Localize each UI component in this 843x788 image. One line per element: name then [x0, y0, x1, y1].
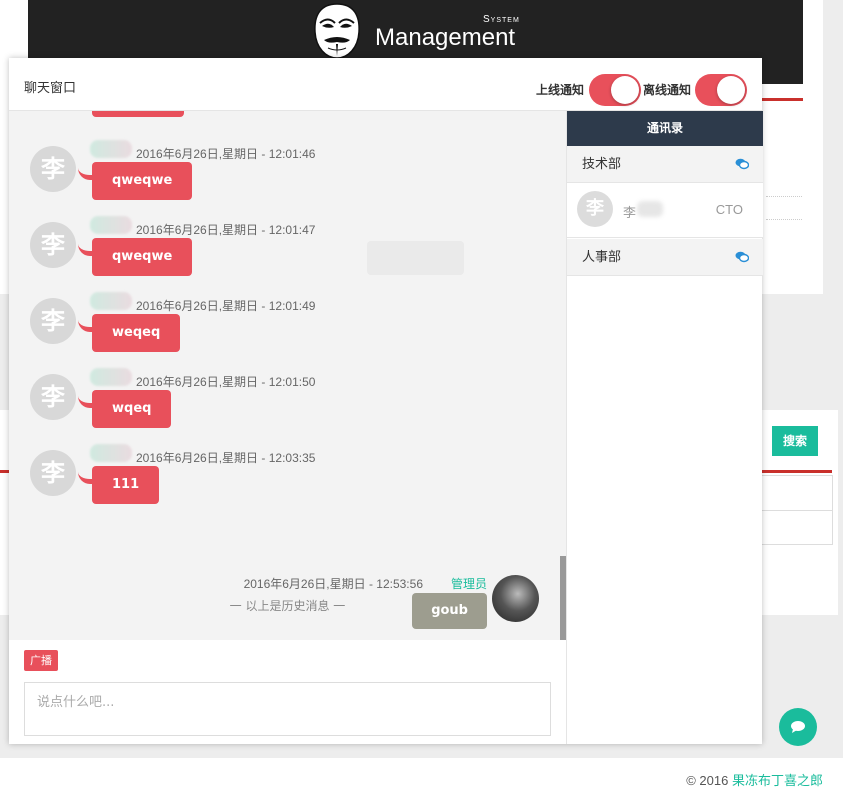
group-name: 人事部	[582, 250, 622, 265]
list-item: 李 2016年6月26日,星期日 - 12:01:46 qweqwe	[30, 140, 470, 216]
list-item: 李 2016年6月26日,星期日 - 12:01:50 wqeq	[30, 368, 470, 444]
message-time: 2016年6月26日,星期日 - 12:03:35	[136, 451, 316, 465]
list-item: 李 2016年6月26日,星期日 - 12:03:35 111	[30, 444, 470, 520]
divider	[760, 98, 803, 101]
online-notify-label: 上线通知	[536, 83, 585, 97]
chat-window: 聊天窗口 上线通知 离线通知 李 2016年6月26日,星期日 - 12:01:…	[9, 58, 763, 744]
chat-bubbles-icon[interactable]	[735, 158, 749, 170]
search-button[interactable]: 搜索	[772, 426, 818, 456]
message-bubble: wqeq	[92, 390, 172, 428]
message-time: 2016年6月26日,星期日 - 12:01:47	[136, 223, 316, 237]
blurred-name	[90, 216, 132, 234]
divider	[766, 196, 802, 220]
blurred-name	[90, 292, 132, 310]
list-item: 李 2016年6月26日,星期日 - 12:01:49 weqeq	[30, 292, 470, 368]
contact-group-tech[interactable]: 技术部	[567, 146, 763, 183]
contact-title: CTO	[715, 202, 743, 217]
message-bubble: weqeq	[92, 314, 181, 352]
message-time: 2016年6月26日,星期日 - 12:01:50	[136, 375, 316, 389]
message-input[interactable]	[24, 682, 551, 736]
message-bubble: qweqwe	[92, 238, 193, 276]
avatar: 李	[577, 191, 613, 227]
offline-notify-toggle[interactable]	[695, 74, 747, 106]
footer: © 2016 果冻布丁喜之郎	[686, 770, 823, 788]
blurred-name	[90, 368, 132, 386]
contacts-title: 通讯录	[567, 111, 763, 146]
footer-copyright: © 2016	[686, 773, 729, 788]
contact-item[interactable]: 李 李 CTO	[567, 183, 763, 238]
chat-fab-button[interactable]	[779, 708, 817, 746]
footer-link[interactable]: 果冻布丁喜之郎	[732, 773, 823, 788]
avatar: 李	[30, 222, 76, 268]
offline-notify-label: 离线通知	[643, 83, 692, 97]
input-zone: 广播	[9, 640, 566, 744]
message-time: 2016年6月26日,星期日 - 12:01:49	[136, 299, 316, 313]
chat-fab-icon	[791, 721, 805, 733]
blurred-name	[637, 201, 663, 217]
chat-bubbles-icon[interactable]	[735, 251, 749, 263]
sender-role: 管理员	[450, 577, 487, 591]
message-bubble-partial	[92, 111, 184, 117]
online-notify-toggle[interactable]	[589, 74, 641, 106]
avatar: 李	[30, 146, 76, 192]
brand-title: Management	[375, 24, 516, 51]
chat-title: 聊天窗口	[24, 81, 77, 96]
contact-name: 李	[623, 206, 637, 221]
toggle-knob	[717, 76, 745, 104]
contact-group-hr[interactable]: 人事部	[567, 239, 763, 276]
message-bubble: qweqwe	[92, 162, 193, 200]
message-list[interactable]: 李 2016年6月26日,星期日 - 12:01:46 qweqwe 李 201…	[9, 111, 566, 640]
toggle-knob	[611, 76, 639, 104]
message-bubble: 111	[92, 466, 160, 504]
avatar: 李	[30, 450, 76, 496]
list-item: 李 2016年6月26日,星期日 - 12:01:47 qweqwe	[30, 216, 470, 292]
blurred-name	[90, 444, 132, 462]
group-name: 技术部	[582, 157, 622, 172]
avatar: 李	[30, 298, 76, 344]
history-tip: 一 以上是历史消息 一	[229, 599, 346, 613]
message-time: 2016年6月26日,星期日 - 12:53:56	[243, 577, 423, 591]
blurred-name	[90, 140, 132, 158]
chat-header: 聊天窗口 上线通知 离线通知	[9, 58, 762, 111]
broadcast-button[interactable]: 广播	[24, 650, 58, 671]
mask-logo-icon	[314, 3, 360, 59]
message-time: 2016年6月26日,星期日 - 12:01:46	[136, 147, 316, 161]
avatar: 李	[30, 374, 76, 420]
contacts-panel: 通讯录 技术部 李 李 CTO 人事部	[566, 111, 763, 744]
